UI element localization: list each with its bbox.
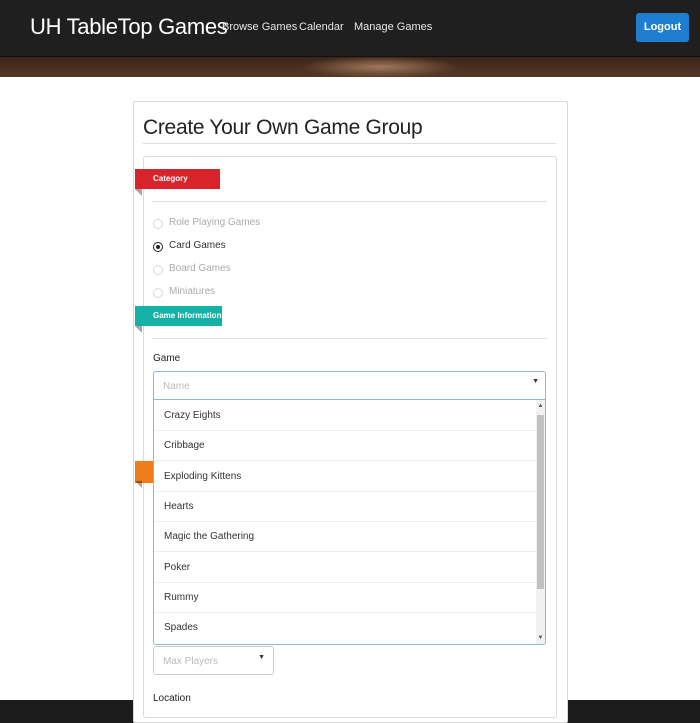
radio-circle-checked[interactable] [153, 242, 163, 252]
dropdown-option[interactable]: Crazy Eights [154, 401, 537, 431]
navbar: UH TableTop Games Browse Games Calendar … [0, 0, 700, 57]
title-divider [143, 143, 556, 144]
game-dropdown-list: Crazy Eights Cribbage Exploding Kittens … [153, 400, 546, 645]
brand-title[interactable]: UH TableTop Games [30, 14, 228, 40]
dropdown-option[interactable]: Poker [154, 553, 537, 583]
dropdown-option[interactable]: Rummy [154, 583, 537, 613]
scroll-up-icon[interactable]: ▲ [537, 403, 544, 409]
game-select-placeholder: Name [163, 381, 190, 392]
game-select[interactable]: Name ▼ [153, 371, 546, 400]
scroll-down-icon[interactable]: ▼ [537, 635, 544, 641]
nav-browse-games[interactable]: Browse Games [222, 21, 297, 33]
dropdown-scrollbar[interactable]: ▲ ▼ [536, 400, 545, 644]
category-divider [152, 201, 547, 202]
radio-label: Miniatures [169, 286, 216, 297]
nav-calendar[interactable]: Calendar [299, 21, 344, 33]
caret-down-icon[interactable]: ▼ [532, 378, 539, 385]
dropdown-option[interactable]: Exploding Kittens [154, 462, 537, 492]
nav-manage-games[interactable]: Manage Games [354, 21, 432, 33]
max-players-select[interactable]: Max Players ▼ [153, 646, 274, 675]
dropdown-option[interactable]: Hearts [154, 492, 537, 522]
radio-label: Card Games [169, 240, 226, 251]
scrollbar-thumb[interactable] [537, 415, 544, 589]
game-information-ribbon: Game Information [135, 306, 222, 333]
game-information-divider [152, 338, 547, 339]
radio-label: Role Playing Games [169, 217, 261, 228]
game-label: Game [153, 353, 181, 364]
dropdown-option[interactable]: Cribbage [154, 431, 537, 461]
location-label: Location [153, 693, 191, 704]
dropdown-option[interactable]: Magic the Gathering [154, 522, 537, 552]
radio-circle[interactable] [153, 288, 163, 298]
max-players-placeholder: Max Players [163, 656, 219, 667]
radio-circle[interactable] [153, 265, 163, 275]
radio-circle[interactable] [153, 219, 163, 229]
group-details-ribbon [135, 461, 153, 488]
category-ribbon: Category [135, 169, 220, 196]
caret-down-icon[interactable]: ▼ [258, 654, 265, 661]
page-title: Create Your Own Game Group [143, 116, 423, 139]
dropdown-option[interactable]: Spades [154, 613, 537, 643]
radio-label: Board Games [169, 263, 231, 274]
logout-button[interactable]: Logout [636, 13, 689, 42]
